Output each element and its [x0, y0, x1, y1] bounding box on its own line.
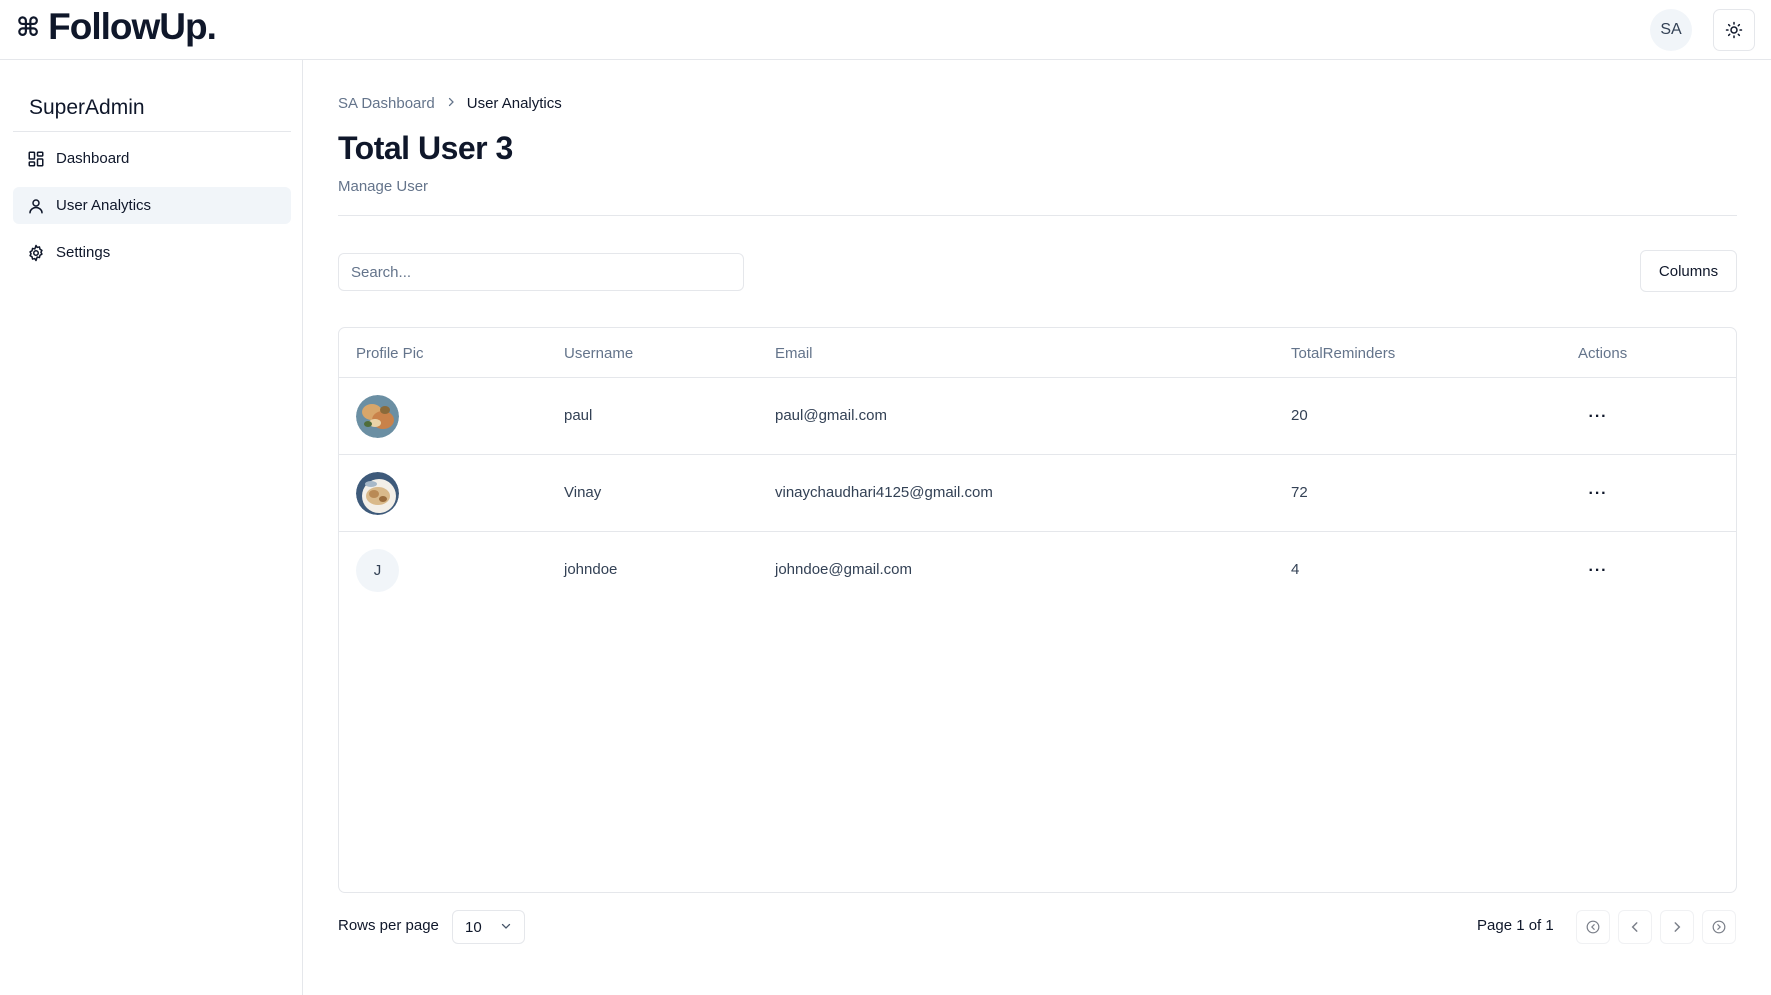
username-cell: Vinay [564, 484, 602, 501]
sidebar: SuperAdmin Dashboard User Analytics Sett… [0, 60, 303, 995]
search-input[interactable] [338, 253, 744, 291]
sidebar-item-label: User Analytics [56, 197, 152, 214]
sidebar-item-label: Dashboard [56, 150, 130, 167]
sidebar-item-dashboard[interactable]: Dashboard [13, 140, 291, 177]
sidebar-item-settings[interactable]: Settings [13, 234, 291, 271]
total-reminders-cell: 72 [1291, 484, 1308, 501]
table-row[interactable]: Vinay vinaychaudhari4125@gmail.com 72 ··… [339, 455, 1736, 532]
row-actions-button[interactable]: ··· [1583, 402, 1613, 432]
sidebar-item-user-analytics[interactable]: User Analytics [13, 187, 291, 224]
last-page-button[interactable] [1702, 910, 1736, 944]
more-horizontal-icon: ··· [1588, 562, 1608, 579]
total-reminders-cell: 4 [1291, 561, 1300, 578]
column-header-actions: Actions [1578, 345, 1628, 362]
previous-page-button[interactable] [1618, 910, 1652, 944]
chevrons-right-icon [1712, 920, 1726, 934]
more-horizontal-icon: ··· [1588, 485, 1608, 502]
rows-per-page-select[interactable]: 10 [452, 910, 525, 944]
email-cell: johndoe@gmail.com [775, 561, 912, 578]
column-header-profile-pic[interactable]: Profile Pic [356, 345, 424, 362]
email-cell: paul@gmail.com [775, 407, 887, 424]
page-info: Page 1 of 1 [1477, 917, 1554, 934]
command-icon: ⌘ [16, 11, 41, 42]
table-header: Profile Pic Username Email TotalReminder… [339, 328, 1736, 378]
rows-per-page-value: 10 [465, 918, 482, 936]
column-header-email[interactable]: Email [775, 345, 813, 362]
rows-per-page-label: Rows per page [338, 917, 439, 934]
chevrons-left-icon [1586, 920, 1600, 934]
breadcrumb-current: User Analytics [466, 95, 562, 112]
sun-icon [1725, 21, 1743, 39]
profile-pic [356, 472, 399, 515]
avatar[interactable]: SA [1650, 9, 1692, 51]
avatar-initial: J [373, 562, 382, 579]
columns-button[interactable]: Columns [1640, 250, 1737, 292]
sidebar-divider [13, 131, 291, 132]
column-header-total-reminders[interactable]: TotalReminders [1291, 345, 1395, 362]
sidebar-title: SuperAdmin [29, 96, 145, 119]
page-subtitle: Manage User [338, 178, 429, 195]
profile-pic [356, 395, 399, 438]
more-horizontal-icon: ··· [1588, 408, 1608, 425]
row-actions-button[interactable]: ··· [1583, 479, 1613, 509]
dashboard-icon [26, 149, 46, 169]
user-icon [26, 196, 46, 216]
table-row[interactable]: paul paul@gmail.com 20 ··· [339, 378, 1736, 455]
table-row[interactable]: J johndoe johndoe@gmail.com 4 ··· [339, 532, 1736, 609]
users-table: Profile Pic Username Email TotalReminder… [338, 327, 1737, 893]
next-page-button[interactable] [1660, 910, 1694, 944]
sidebar-item-label: Settings [56, 244, 111, 261]
breadcrumb-link-sa-dashboard[interactable]: SA Dashboard [338, 95, 435, 112]
top-bar: ⌘ FollowUp. SA [0, 0, 1771, 60]
avatar-initials: SA [1660, 21, 1682, 38]
main-content: SA Dashboard User Analytics Total User 3… [304, 60, 1771, 995]
total-reminders-cell: 20 [1291, 407, 1308, 424]
brand-logo[interactable]: ⌘ FollowUp. [16, 6, 217, 47]
breadcrumb: SA Dashboard User Analytics [338, 95, 562, 112]
username-cell: johndoe [564, 561, 618, 578]
chevron-down-icon [500, 919, 512, 936]
divider [338, 215, 1737, 216]
chevron-left-icon [1631, 922, 1638, 932]
column-header-username[interactable]: Username [564, 345, 633, 362]
avatar-fallback: J [356, 549, 399, 592]
username-cell: paul [564, 407, 593, 424]
row-actions-button[interactable]: ··· [1583, 556, 1613, 586]
email-cell: vinaychaudhari4125@gmail.com [775, 484, 993, 501]
chevron-right-icon [1674, 922, 1681, 932]
first-page-button[interactable] [1576, 910, 1610, 944]
chevron-right-icon [445, 96, 457, 111]
gear-icon [26, 243, 46, 263]
brand-name: FollowUp. [48, 6, 217, 47]
page-title: Total User 3 [338, 130, 513, 166]
theme-toggle-button[interactable] [1713, 9, 1755, 51]
